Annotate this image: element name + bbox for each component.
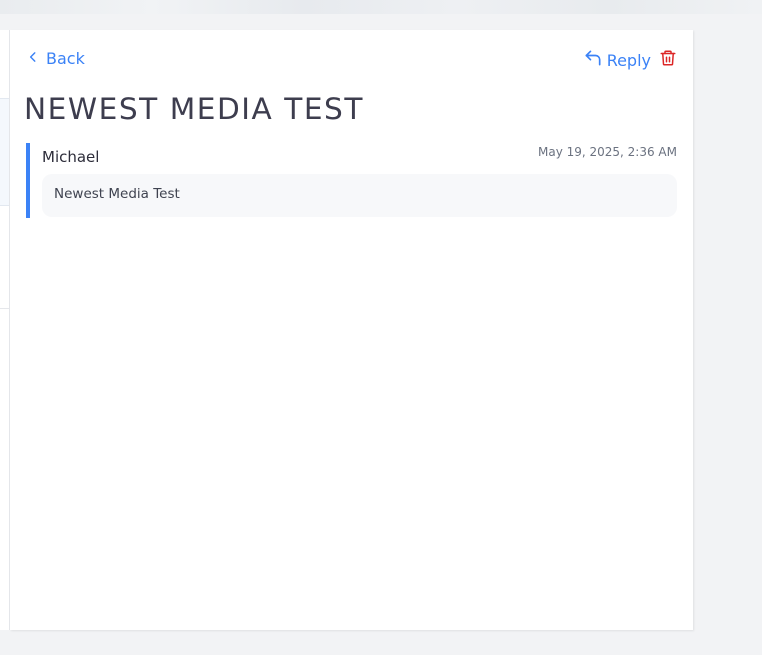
back-button[interactable]: Back xyxy=(26,49,85,68)
reply-button[interactable]: Reply xyxy=(583,48,651,72)
conversation-list-edge xyxy=(0,30,10,630)
reply-label: Reply xyxy=(606,50,651,70)
back-label: Back xyxy=(46,49,85,68)
message-timestamp: May 19, 2025, 2:36 AM xyxy=(537,145,677,159)
delete-button[interactable] xyxy=(659,49,677,71)
page-title: NEWEST MEDIA TEST xyxy=(24,92,364,126)
reply-arrow-icon xyxy=(583,48,603,72)
selected-conversation-edge[interactable] xyxy=(0,98,9,206)
message-sender: Michael xyxy=(42,148,100,166)
message-actions: Reply xyxy=(583,48,677,72)
message-item: Michael May 19, 2025, 2:36 AM Newest Med… xyxy=(26,143,677,218)
message-detail-panel: Back Reply NEWEST MEDIA TEST Michael May… xyxy=(10,30,693,630)
list-divider xyxy=(0,308,9,309)
chevron-left-icon xyxy=(26,49,40,68)
trash-icon xyxy=(659,49,677,71)
message-body-text: Newest Media Test xyxy=(54,186,180,202)
message-body: Newest Media Test xyxy=(42,174,677,217)
page-background-texture xyxy=(0,0,762,14)
